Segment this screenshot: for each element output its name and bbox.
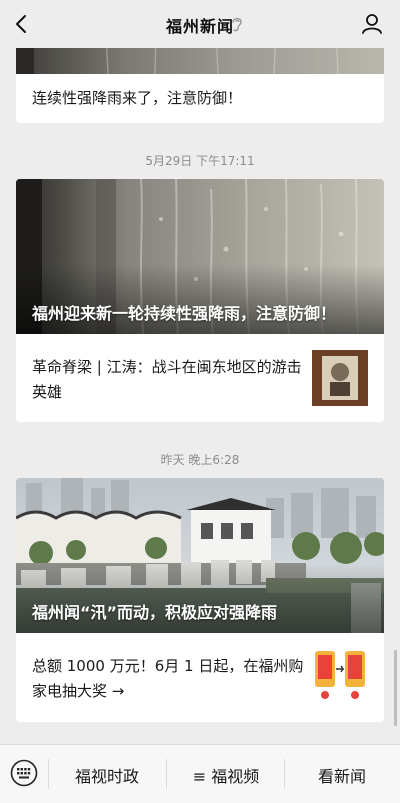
sub-article-title[interactable]: 革命脊梁 | 江涛：战斗在闽东地区的游击 英雄 xyxy=(32,355,304,405)
menu-divider xyxy=(166,759,167,789)
article-headline: 福州迎来新一轮持续性强降雨，注意防御！ xyxy=(32,304,337,323)
message-feed[interactable]: 连续性强降雨来了，注意防御！ 5月29日 下午17:11 福州迎来新一轮持续性强… xyxy=(0,0,400,744)
top-bar: 福州新闻 xyxy=(0,0,400,48)
sub-article-thumbnail[interactable] xyxy=(312,350,368,406)
user-icon[interactable] xyxy=(360,12,384,36)
sub-article-title-line: 家电抽大奖 → xyxy=(32,682,125,700)
article-headline: 连续性强降雨来了，注意防御！ xyxy=(32,89,243,107)
menu-item-watch-news[interactable]: 看新闻 xyxy=(288,763,396,787)
page-title: 福州新闻 xyxy=(165,17,234,36)
menu-divider xyxy=(284,759,285,789)
menu-item-fu-video[interactable]: ≡ 福视频 xyxy=(170,763,282,787)
bottom-menu-bar: 福视时政 ≡ 福视频 看新闻 xyxy=(0,744,400,803)
keyboard-icon[interactable] xyxy=(10,759,38,787)
scrollbar[interactable] xyxy=(394,650,397,726)
article-headline: 福州闻“汛”而动，积极应对强降雨 xyxy=(32,603,278,622)
menu-divider xyxy=(48,759,49,789)
timestamp: 5月29日 下午17:11 xyxy=(145,154,255,168)
menu-item-fushi-shizheng[interactable]: 福视时政 xyxy=(52,763,162,787)
timestamp: 昨天 晚上6:28 xyxy=(160,453,240,467)
article-card[interactable]: 福州迎来新一轮持续性强降雨，注意防御！ 革命脊梁 | 江涛：战斗在闽东地区的游击… xyxy=(16,179,384,422)
sub-article-title[interactable]: 总额 1000 万元！6月 1 日起，在福州购 家电抽大奖 → xyxy=(32,654,312,704)
sub-article-title-line: 总额 1000 万元！6月 1 日起，在福州购 xyxy=(32,657,304,675)
sub-article-thumbnail[interactable] xyxy=(312,649,368,705)
sub-article-title-line: 英雄 xyxy=(32,383,63,401)
sub-article-title-line: 革命脊梁 | 江涛：战斗在闽东地区的游击 xyxy=(32,358,302,376)
ear-icon xyxy=(232,17,242,32)
article-cover-image[interactable]: 福州闻“汛”而动，积极应对强降雨 xyxy=(16,478,384,633)
article-cover-image[interactable]: 福州迎来新一轮持续性强降雨，注意防御！ xyxy=(16,179,384,334)
article-card[interactable]: 福州闻“汛”而动，积极应对强降雨 总额 1000 万元！6月 1 日起，在福州购… xyxy=(16,478,384,722)
